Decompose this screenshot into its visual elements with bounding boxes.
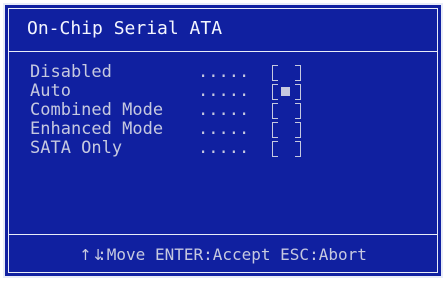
option-label: Disabled [30,62,112,82]
footer-divider [9,234,437,235]
option-leader-dots: ..... [198,138,250,158]
selected-mark-icon [281,87,290,96]
dialog-title: On-Chip Serial ATA [27,18,223,39]
option-checkbox[interactable] [272,121,302,138]
bracket-left-icon [272,103,278,119]
bracket-left-icon [272,65,278,81]
option-leader-dots: ..... [198,119,250,139]
up-down-arrow-icon: ↑↓ [79,246,105,264]
option-checkbox[interactable] [272,64,302,81]
option-label: Auto [30,81,71,101]
bracket-right-icon [295,141,301,157]
option-label: Enhanced Mode [30,119,164,139]
option-enhanced-mode[interactable]: Enhanced Mode ..... [30,120,302,139]
option-label: Combined Mode [30,100,164,120]
key-help-text: :Move ENTER:Accept ESC:Abort [97,245,367,264]
option-leader-dots: ..... [198,100,250,120]
bracket-left-icon [272,122,278,138]
bracket-right-icon [295,122,301,138]
option-label: SATA Only [30,138,123,158]
option-checkbox[interactable] [272,83,302,100]
option-sata-only[interactable]: SATA Only ..... [30,139,302,158]
option-leader-dots: ..... [198,62,250,82]
option-auto[interactable]: Auto ..... [30,82,302,101]
bracket-right-icon [295,65,301,81]
option-disabled[interactable]: Disabled ..... [30,63,302,82]
key-help-footer: ↑↓:Move ENTER:Accept ESC:Abort [3,245,443,265]
bios-option-dialog: On-Chip Serial ATA Disabled ..... Auto .… [3,3,443,278]
option-checkbox[interactable] [272,102,302,119]
bracket-left-icon [272,84,278,100]
option-leader-dots: ..... [198,81,250,101]
bracket-right-icon [295,103,301,119]
option-combined-mode[interactable]: Combined Mode ..... [30,101,302,120]
title-divider [9,51,437,52]
option-checkbox[interactable] [272,140,302,157]
bracket-left-icon [272,141,278,157]
bracket-right-icon [295,84,301,100]
option-list: Disabled ..... Auto ..... Combined Mode … [30,63,302,158]
